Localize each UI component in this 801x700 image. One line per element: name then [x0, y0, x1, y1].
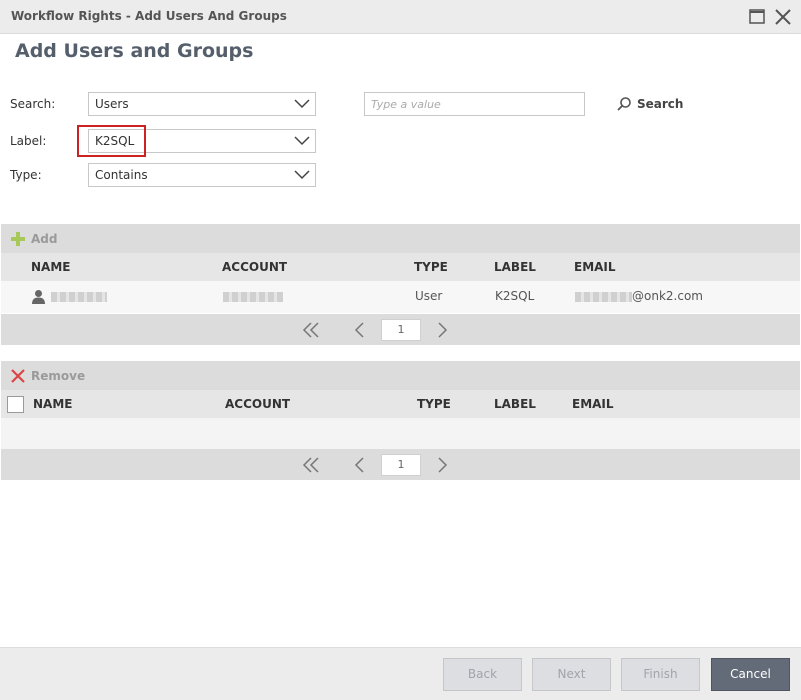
- column-header-account[interactable]: ACCOUNT: [222, 260, 287, 274]
- search-label: Search:: [10, 97, 56, 111]
- selected-empty-row: [1, 418, 800, 449]
- table-row[interactable]: User K2SQL @onk2.com: [1, 281, 800, 313]
- next-page-icon[interactable]: [435, 321, 449, 339]
- remove-x-icon: [11, 369, 25, 383]
- column-header-account[interactable]: ACCOUNT: [225, 397, 290, 411]
- highlight-box: [77, 125, 146, 157]
- maximize-icon[interactable]: [746, 6, 768, 28]
- row-account-redacted: [223, 289, 283, 303]
- first-page-icon[interactable]: [301, 321, 321, 339]
- wizard-footer: Back Next Finish Cancel: [0, 647, 801, 700]
- window-titlebar: Workflow Rights - Add Users And Groups: [0, 0, 801, 34]
- search-button-label: Search: [637, 97, 684, 111]
- chevron-down-icon: [294, 170, 310, 180]
- results-grid-header: NAME ACCOUNT TYPE LABEL EMAIL: [1, 253, 800, 281]
- next-button[interactable]: Next: [532, 658, 611, 691]
- type-label: Type:: [10, 168, 42, 182]
- finish-button[interactable]: Finish: [621, 658, 700, 691]
- selected-grid-header: NAME ACCOUNT TYPE LABEL EMAIL: [1, 390, 800, 418]
- add-button-label: Add: [31, 232, 58, 246]
- page-number[interactable]: 1: [381, 454, 421, 476]
- results-pager: 1: [1, 314, 800, 345]
- row-type: User: [415, 289, 443, 303]
- previous-page-icon[interactable]: [353, 456, 367, 474]
- column-header-label[interactable]: LABEL: [494, 397, 536, 411]
- selected-pager: 1: [1, 449, 800, 480]
- column-header-name[interactable]: NAME: [33, 397, 72, 411]
- selected-toolbar: Remove: [1, 361, 800, 390]
- search-dropdown-value: Users: [95, 97, 129, 111]
- label-label: Label:: [10, 134, 47, 148]
- page-title: Add Users and Groups: [15, 40, 254, 62]
- add-button[interactable]: Add: [10, 230, 57, 248]
- search-dropdown[interactable]: Users: [88, 92, 316, 116]
- remove-button-label: Remove: [31, 369, 86, 383]
- row-name-redacted: [51, 289, 107, 303]
- page-number[interactable]: 1: [381, 319, 421, 341]
- column-header-name[interactable]: NAME: [31, 260, 70, 274]
- results-toolbar: Add: [1, 224, 800, 253]
- column-header-type[interactable]: TYPE: [414, 260, 448, 274]
- first-page-icon[interactable]: [301, 456, 321, 474]
- next-page-icon[interactable]: [435, 456, 449, 474]
- select-all-checkbox[interactable]: [7, 396, 24, 413]
- column-header-label[interactable]: LABEL: [494, 260, 536, 274]
- row-email-suffix: @onk2.com: [632, 289, 703, 303]
- search-icon: [617, 97, 631, 111]
- type-dropdown-value: Contains: [95, 168, 148, 182]
- remove-button[interactable]: Remove: [10, 367, 85, 385]
- chevron-down-icon: [294, 136, 310, 146]
- column-header-type[interactable]: TYPE: [417, 397, 451, 411]
- search-value-input[interactable]: [364, 92, 585, 116]
- back-button[interactable]: Back: [443, 658, 522, 691]
- column-header-email[interactable]: EMAIL: [572, 397, 614, 411]
- row-label: K2SQL: [495, 289, 535, 303]
- plus-icon: [11, 232, 25, 246]
- user-icon: [32, 290, 45, 304]
- previous-page-icon[interactable]: [353, 321, 367, 339]
- column-header-email[interactable]: EMAIL: [574, 260, 616, 274]
- search-button[interactable]: Search: [616, 94, 683, 114]
- close-icon[interactable]: [772, 6, 794, 28]
- window-title: Workflow Rights - Add Users And Groups: [11, 9, 287, 23]
- row-email: @onk2.com: [575, 289, 703, 303]
- type-dropdown[interactable]: Contains: [88, 163, 316, 187]
- chevron-down-icon: [294, 99, 310, 109]
- cancel-button[interactable]: Cancel: [711, 658, 790, 691]
